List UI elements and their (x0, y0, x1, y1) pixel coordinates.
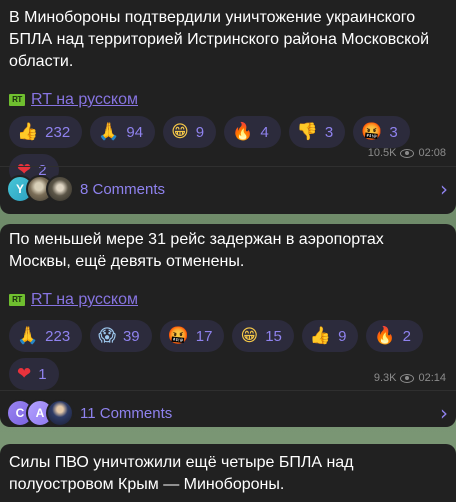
chevron-right-icon: › (440, 401, 448, 425)
avatar (46, 175, 74, 203)
reaction-thumbs-up[interactable]: 👍 232 (9, 116, 83, 148)
reaction-count: 15 (265, 327, 282, 345)
comments-label: 8 Comments (80, 180, 166, 198)
message-bubble: В Минобороны подтвердили уничтожение укр… (0, 0, 456, 214)
reaction-grinning-face[interactable]: 😁 15 (232, 320, 294, 352)
reaction-count: 39 (122, 327, 140, 345)
reaction-screaming-face[interactable]: 😱 39 (90, 320, 152, 352)
eye-icon (400, 373, 415, 383)
reaction-thumbs-down[interactable]: 👎 3 (288, 116, 346, 148)
source-link[interactable]: RT на русском (31, 91, 138, 109)
reaction-count: 4 (260, 123, 269, 141)
source-signature: RT RT на русском (9, 290, 138, 310)
reaction-count: 3 (389, 123, 398, 141)
commenter-avatars: C A (6, 399, 74, 427)
heart-icon: ❤ (17, 363, 32, 384)
message-text: По меньшей мере 31 рейс задержан в аэроп… (9, 231, 384, 270)
fire-icon: 🔥 (232, 121, 254, 142)
folded-hands-icon: 🙏 (98, 121, 120, 142)
message-text: Силы ПВО уничтожили ещё четыре БПЛА над … (9, 454, 354, 493)
reaction-count: 17 (195, 327, 213, 345)
reaction-count: 2 (402, 327, 411, 345)
view-count: 9.3K (373, 372, 397, 384)
reaction-folded-hands[interactable]: 🙏 223 (9, 320, 83, 352)
commenter-avatars: Y (6, 175, 74, 203)
swearing-face-icon: 🤬 (361, 121, 383, 142)
rt-logo-icon: RT (9, 94, 25, 106)
reaction-folded-hands[interactable]: 🙏 94 (90, 116, 156, 148)
thumbs-up-icon: 👍 (17, 121, 39, 142)
thumbs-down-icon: 👎 (296, 121, 318, 142)
message-meta: 10.5K 02:08 (368, 147, 446, 159)
reaction-count: 94 (126, 123, 144, 141)
reaction-count: 9 (195, 123, 205, 141)
avatar (46, 399, 74, 427)
source-signature: RT RT на русском (9, 90, 138, 110)
view-count: 10.5K (367, 147, 397, 159)
reaction-count: 9 (338, 327, 347, 345)
folded-hands-icon: 🙏 (17, 325, 39, 346)
reaction-fire[interactable]: 🔥 4 (224, 116, 281, 148)
reaction-fire[interactable]: 🔥 2 (366, 320, 423, 352)
reaction-count: 3 (324, 123, 334, 141)
reaction-count: 1 (38, 365, 47, 383)
screaming-face-icon: 😱 (98, 325, 116, 346)
reaction-grinning-face[interactable]: 😁 9 (163, 116, 217, 148)
source-link[interactable]: RT на русском (31, 291, 138, 309)
comments-button[interactable]: Y 8 Comments › (6, 172, 448, 206)
chevron-right-icon: › (440, 177, 448, 201)
reaction-count: 232 (45, 123, 71, 141)
reaction-thumbs-up[interactable]: 👍 9 (301, 320, 359, 352)
message-meta: 9.3K 02:14 (374, 372, 446, 384)
message-time: 02:08 (418, 147, 446, 159)
reaction-swearing-face[interactable]: 🤬 17 (159, 320, 225, 352)
message-bubble: Силы ПВО уничтожили ещё четыре БПЛА над … (0, 444, 456, 502)
message-time: 02:14 (418, 372, 446, 384)
eye-icon (400, 148, 415, 158)
fire-icon: 🔥 (374, 325, 396, 346)
divider (0, 166, 456, 167)
grinning-face-icon: 😁 (171, 121, 189, 142)
comments-label: 11 Comments (80, 404, 173, 422)
reaction-count: 223 (45, 327, 71, 345)
rt-logo-icon: RT (9, 294, 25, 306)
message-text: В Минобороны подтвердили уничтожение укр… (9, 9, 430, 70)
grinning-face-icon: 😁 (240, 325, 259, 346)
message-bubble: По меньшей мере 31 рейс задержан в аэроп… (0, 224, 456, 427)
reaction-swearing-face[interactable]: 🤬 3 (353, 116, 410, 148)
comments-button[interactable]: C A 11 Comments › (6, 396, 448, 430)
divider (0, 390, 456, 391)
reaction-heart[interactable]: ❤ 1 (9, 358, 59, 390)
swearing-face-icon: 🤬 (167, 325, 189, 346)
thumbs-up-icon: 👍 (309, 325, 332, 346)
